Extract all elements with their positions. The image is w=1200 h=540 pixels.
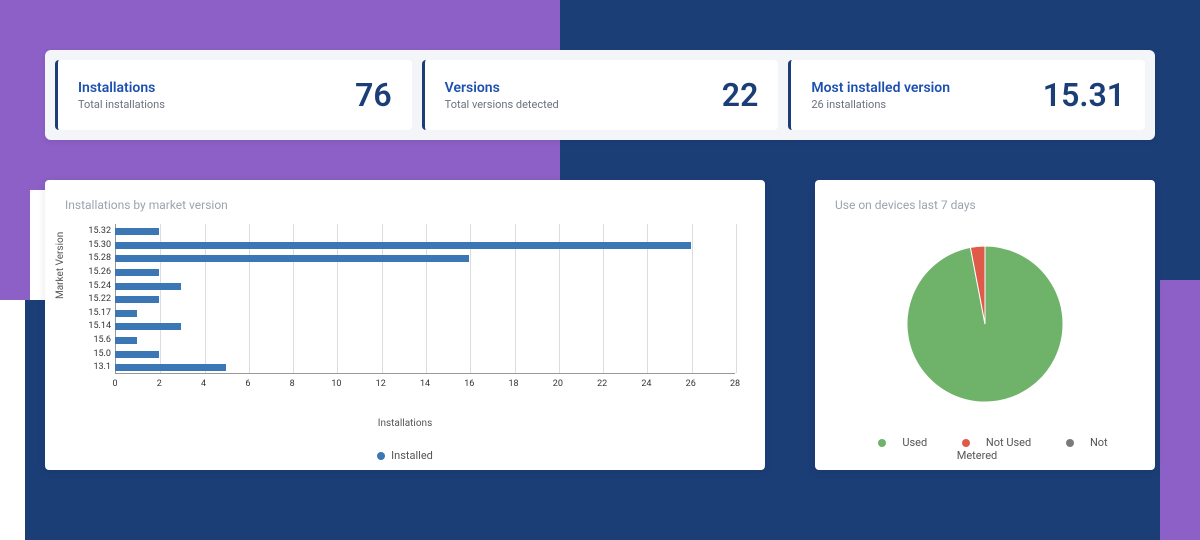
bar-xtick: 26 (686, 379, 696, 389)
bar (115, 228, 159, 235)
bar-xtick: 10 (331, 379, 341, 389)
bar-row (115, 267, 735, 278)
stat-value: 22 (722, 76, 759, 114)
stat-subtitle: 26 installations (811, 98, 950, 111)
bar-category-label: 15.0 (75, 349, 111, 359)
bar-category-label: 13.1 (75, 362, 111, 372)
bar (115, 242, 691, 249)
pie-legend-used: Used (902, 436, 927, 449)
bg-purple-side (0, 0, 30, 300)
bar-xtick: 12 (376, 379, 386, 389)
bar-xtick: 0 (112, 379, 117, 389)
bar-row (115, 281, 735, 292)
bar-legend-label: Installed (391, 449, 433, 462)
bar (115, 323, 181, 330)
stat-card-installations: Installations Total installations 76 (55, 60, 412, 130)
bar-category-label: 15.30 (75, 240, 111, 250)
stat-value: 76 (355, 76, 392, 114)
bar (115, 296, 159, 303)
bar-ylabel: Market Version (55, 232, 66, 299)
bar-category-label: 15.17 (75, 308, 111, 318)
stat-title: Installations (78, 80, 165, 96)
stats-row: Installations Total installations 76 Ver… (45, 50, 1155, 140)
stat-subtitle: Total versions detected (445, 98, 559, 111)
bar-xtick: 8 (290, 379, 295, 389)
bar-chart-plot: Market Version 15.3215.3015.2815.2615.24… (65, 224, 745, 414)
bar (115, 364, 226, 371)
bar-xlabel: Installations (65, 418, 745, 429)
bar-row (115, 308, 735, 319)
bar-row (115, 349, 735, 360)
bar-xtick: 14 (420, 379, 430, 389)
bar-category-label: 15.22 (75, 294, 111, 304)
pie-chart-card: Use on devices last 7 days Used Not Used… (815, 180, 1155, 470)
bar-category-label: 15.26 (75, 267, 111, 277)
bar (115, 269, 159, 276)
bar-xtick: 2 (157, 379, 162, 389)
bar-xtick: 24 (641, 379, 651, 389)
bar-row (115, 321, 735, 332)
bar-xtick: 16 (464, 379, 474, 389)
bar-row (115, 362, 735, 373)
bar (115, 255, 469, 262)
pie-legend-not-used: Not Used (986, 436, 1031, 449)
bar-category-label: 15.14 (75, 321, 111, 331)
bar-chart-card: Installations by market version Market V… (45, 180, 765, 470)
bg-purple-br (1160, 280, 1200, 540)
bar-xtick: 22 (597, 379, 607, 389)
bar-chart-title: Installations by market version (65, 198, 745, 212)
bar-row (115, 226, 735, 237)
stat-subtitle: Total installations (78, 98, 165, 111)
legend-dot-icon (962, 439, 970, 447)
bar-xtick: 28 (730, 379, 740, 389)
pie-chart (905, 244, 1065, 404)
bar-legend: Installed (65, 449, 745, 462)
bar-category-label: 15.24 (75, 281, 111, 291)
bar (115, 310, 137, 317)
bar-xtick: 18 (509, 379, 519, 389)
stat-title: Most installed version (811, 80, 950, 96)
bar-xtick: 20 (553, 379, 563, 389)
bar (115, 337, 137, 344)
pie-legend: Used Not Used Not Metered (835, 436, 1135, 462)
stat-card-versions: Versions Total versions detected 22 (422, 60, 779, 130)
stat-title: Versions (445, 80, 559, 96)
bar-category-label: 15.28 (75, 253, 111, 263)
legend-dot-icon (878, 439, 886, 447)
bar-category-label: 15.32 (75, 226, 111, 236)
bar-row (115, 253, 735, 264)
bar (115, 351, 159, 358)
legend-dot-icon (1066, 439, 1074, 447)
bar-row (115, 294, 735, 305)
stat-card-most-installed: Most installed version 26 installations … (788, 60, 1145, 130)
pie-chart-title: Use on devices last 7 days (835, 198, 1135, 212)
pie-wrap (835, 224, 1135, 424)
bar-xtick: 4 (201, 379, 206, 389)
bar-row (115, 240, 735, 251)
stat-value: 15.31 (1043, 76, 1125, 114)
bar-xtick: 6 (245, 379, 250, 389)
legend-dot-icon (377, 452, 385, 460)
bar-category-label: 15.6 (75, 335, 111, 345)
bar (115, 283, 181, 290)
bar-row (115, 335, 735, 346)
